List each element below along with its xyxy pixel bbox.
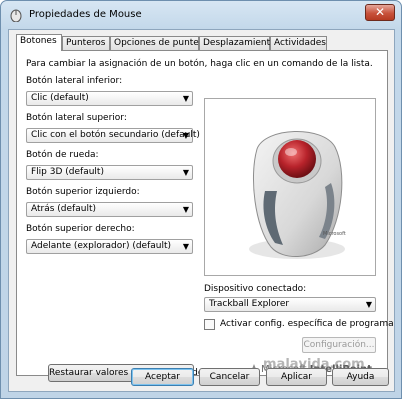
cancel-button[interactable]: Cancelar	[199, 368, 260, 386]
close-button[interactable]: ✕	[365, 4, 395, 21]
chevron-down-icon: ▼	[182, 94, 189, 103]
top-right-button-select[interactable]: Adelante (explorador) (default) ▼	[26, 239, 193, 254]
chevron-down-icon: ▼	[182, 168, 189, 177]
chevron-down-icon: ▼	[182, 205, 189, 214]
title-bar[interactable]: Propiedades de Mouse ✕	[1, 1, 401, 29]
tab-botones[interactable]: Botones	[16, 34, 62, 51]
top-right-button-label: Botón superior derecho:	[26, 224, 135, 234]
upper-side-button-label: Botón lateral superior:	[26, 113, 127, 123]
lower-side-button-select[interactable]: Clic (default) ▼	[26, 91, 193, 106]
tab-desplazamiento[interactable]: Desplazamiento	[199, 36, 276, 50]
botones-panel: Para cambiar la asignación de un botón, …	[16, 50, 394, 382]
device-select[interactable]: Trackball Explorer ▼	[204, 297, 376, 312]
window-title: Propiedades de Mouse	[29, 9, 142, 20]
chevron-down-icon: ▼	[182, 131, 189, 140]
program-specific-label[interactable]: Activar config. específica de programa	[220, 319, 394, 329]
chevron-down-icon: ▼	[182, 242, 189, 251]
tab-actividades[interactable]: Actividades	[270, 36, 327, 50]
wheel-button-label: Botón de rueda:	[26, 150, 99, 160]
tab-opciones-de-puntero[interactable]: Opciones de puntero	[110, 36, 208, 50]
select-value: Trackball Explorer	[209, 299, 290, 309]
ok-button[interactable]: Aceptar	[131, 368, 194, 386]
top-left-button-select[interactable]: Atrás (default) ▼	[26, 202, 193, 217]
program-specific-checkbox[interactable]	[204, 319, 215, 330]
device-label: Dispositivo conectado:	[204, 284, 307, 294]
svg-text:Microsoft: Microsoft	[323, 231, 346, 237]
tab-punteros[interactable]: Punteros	[62, 36, 110, 50]
upper-side-button-select[interactable]: Clic con el botón secundario (default) ▼	[26, 128, 200, 143]
mouse-icon	[10, 9, 22, 22]
select-value: Clic (default)	[31, 93, 89, 103]
mouse-properties-window: Propiedades de Mouse ✕ Botones Punteros …	[0, 0, 402, 399]
wheel-button-select[interactable]: Flip 3D (default) ▼	[26, 165, 193, 180]
dialog-client-area: Botones Punteros Opciones de puntero Des…	[8, 29, 395, 392]
select-value: Clic con el botón secundario (default)	[31, 130, 200, 140]
device-image-frame: Microsoft	[204, 98, 376, 276]
select-value: Atrás (default)	[31, 204, 96, 214]
watermark: malavida.com	[263, 357, 365, 372]
chevron-down-icon: ▼	[365, 300, 372, 309]
lower-side-button-label: Botón lateral inferior:	[26, 76, 123, 86]
top-left-button-label: Botón superior izquierdo:	[26, 187, 140, 197]
trackball-mouse-image: Microsoft	[249, 131, 346, 259]
select-value: Adelante (explorador) (default)	[31, 241, 172, 251]
configure-button: Configuración...	[302, 337, 376, 353]
select-value: Flip 3D (default)	[31, 167, 104, 177]
intro-text: Para cambiar la asignación de un botón, …	[26, 59, 373, 69]
